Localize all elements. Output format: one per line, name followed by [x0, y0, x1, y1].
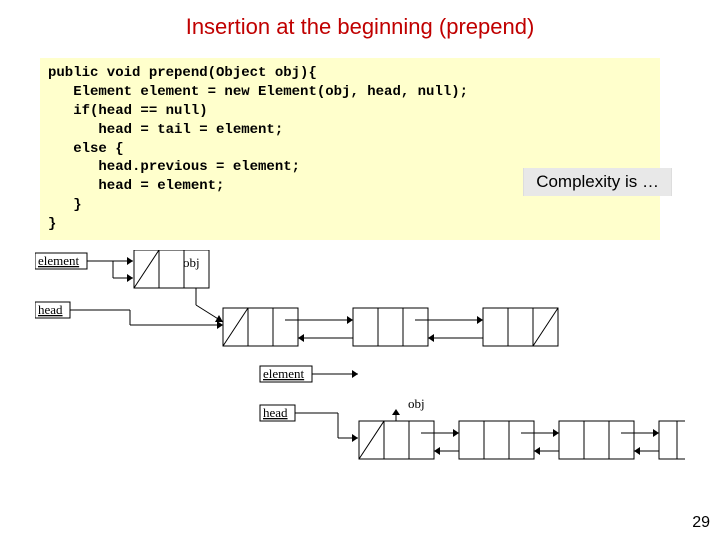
- diagram-area: element obj head element: [35, 250, 720, 480]
- element-label-2: element: [263, 366, 305, 381]
- code-block: public void prepend(Object obj){ Element…: [40, 58, 660, 240]
- linked-list-diagram: element obj head element: [35, 250, 685, 480]
- obj-label-1: obj: [183, 255, 200, 270]
- page-title: Insertion at the beginning (prepend): [0, 0, 720, 58]
- page-number: 29: [692, 514, 710, 532]
- head-label-1: head: [38, 302, 63, 317]
- obj-label-2: obj: [408, 396, 425, 411]
- element-label: element: [38, 253, 80, 268]
- complexity-note: Complexity is …: [523, 168, 672, 196]
- head-label-2: head: [263, 405, 288, 420]
